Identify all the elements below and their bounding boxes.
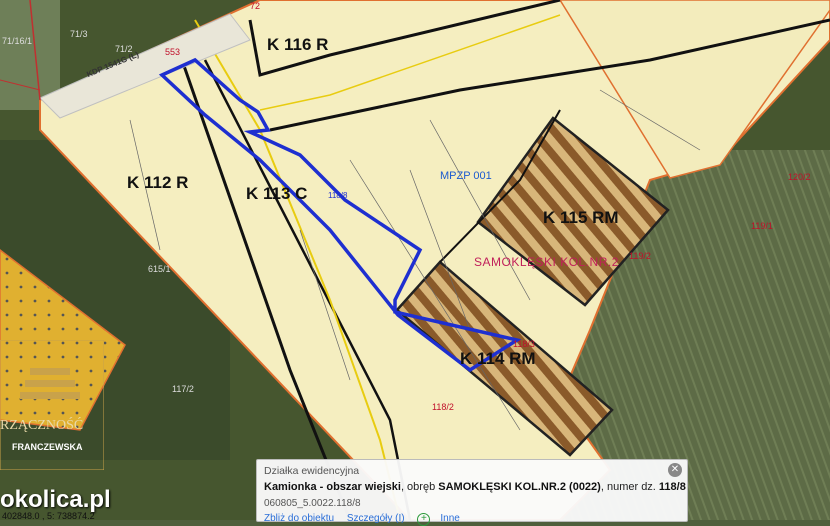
parcel-label: 118/8	[328, 191, 348, 200]
parcel-label: 615/1	[148, 264, 171, 274]
zoom-to-object-link[interactable]: Zbliż do obiektu	[264, 513, 334, 524]
parcel-label: 71/3	[70, 29, 88, 39]
map-canvas[interactable]	[0, 0, 830, 520]
logo-text: RZĄCZNOŚĆ	[0, 418, 84, 433]
popup-sep2: , numer dz.	[600, 481, 659, 493]
parcel-label: 119/2	[629, 251, 651, 261]
mpzp-label: MPZP 001	[440, 170, 492, 182]
details-link[interactable]: Szczegóły (I)	[347, 513, 405, 524]
popup-obreb: SAMOKLĘSKI KOL.NR.2 (0022)	[438, 481, 601, 493]
more-link[interactable]: Inne	[440, 513, 459, 524]
parcel-label: 553	[165, 47, 181, 57]
popup-title: Działka ewidencyjna	[264, 465, 360, 477]
parcel-label: 118/2	[432, 402, 454, 412]
parcel-info-popup: Działka ewidencyjna ✕ Kamionka - obszar …	[256, 459, 688, 526]
parcel-label: 117/2	[172, 384, 194, 394]
obreb-label: SAMOKLĘSKI KOL.NR.2	[474, 255, 619, 269]
popup-gmina: Kamionka - obszar wiejski	[264, 481, 401, 493]
zone-label-k113: K 113 C	[246, 184, 308, 203]
zone-label-k116: K 116 R	[267, 35, 329, 54]
zone-label-k114: K 114 RM	[460, 349, 536, 368]
popup-parcel-number: 118/8	[658, 481, 686, 493]
parcel-label: 71/16/1	[2, 36, 33, 46]
popup-sep1: , obręb	[400, 481, 439, 493]
zone-label-k115: K 115 RM	[543, 208, 619, 227]
parcel-label: 119/1	[751, 221, 773, 231]
parcel-label: 118/3	[513, 339, 535, 349]
watermark-logo: okolica.pl	[0, 486, 111, 513]
parcel-label: 120/2	[788, 172, 811, 182]
company-logo: RZĄCZNOŚĆ FRANCZEWSKA	[0, 339, 105, 471]
popup-description: Kamionka - obszar wiejski, obręb SAMOKLĘ…	[264, 481, 686, 493]
close-icon[interactable]: ✕	[668, 463, 682, 477]
parcel-label: 72	[250, 1, 261, 11]
zone-label-k112: K 112 R	[127, 173, 189, 192]
logo-text-2: FRANCZEWSKA	[12, 442, 83, 452]
popup-parcel-id: 060805_5.0022.118/8	[264, 498, 361, 509]
